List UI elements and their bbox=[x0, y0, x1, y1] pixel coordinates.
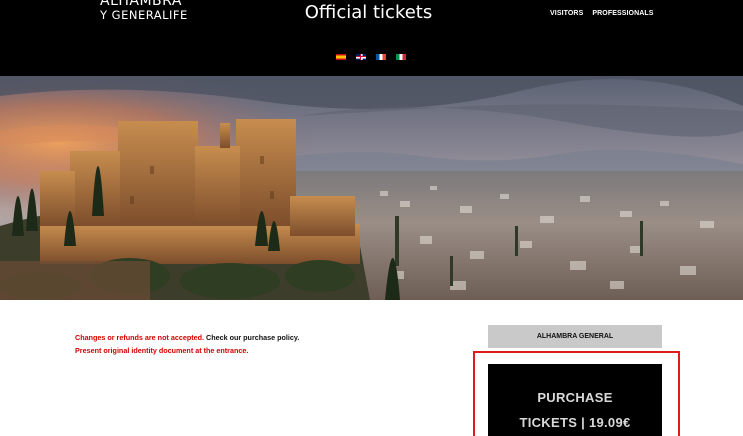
fr-flag-icon[interactable] bbox=[376, 54, 386, 60]
no-refunds-text: Changes or refunds are not accepted. bbox=[75, 333, 205, 342]
purchase-notice: Changes or refunds are not accepted. Che… bbox=[75, 331, 299, 357]
identity-notice: Present original identity document at th… bbox=[75, 346, 249, 355]
it-flag-icon[interactable] bbox=[396, 54, 406, 60]
main-nav: VISITORS PROFESSIONALS bbox=[550, 10, 654, 17]
page-title-text: Official tickets bbox=[304, 2, 433, 23]
purchase-tickets-button[interactable]: PURCHASE TICKETS | 19.09€ bbox=[488, 364, 662, 436]
hero-image bbox=[0, 76, 743, 300]
uk-flag-icon[interactable] bbox=[356, 54, 366, 60]
alhambra-general-button[interactable]: ALHAMBRA GENERAL bbox=[488, 325, 662, 348]
site-header: ALHAMBRA Y GENERALIFE Official tickets V… bbox=[0, 0, 743, 76]
language-selector bbox=[336, 54, 406, 60]
nav-professionals-link[interactable]: PROFESSIONALS bbox=[592, 10, 653, 17]
nav-visitors-link[interactable]: VISITORS bbox=[550, 10, 583, 17]
check-our-text: Check our bbox=[206, 333, 242, 342]
purchase-line1: PURCHASE bbox=[537, 390, 613, 405]
purchase-policy-link[interactable]: purchase policy. bbox=[243, 333, 299, 342]
es-flag-icon[interactable] bbox=[336, 54, 346, 60]
alhambra-panorama-image bbox=[0, 76, 743, 300]
purchase-line2: TICKETS | 19.09€ bbox=[519, 415, 631, 430]
notice-line1: Changes or refunds are not accepted. Che… bbox=[75, 331, 299, 344]
